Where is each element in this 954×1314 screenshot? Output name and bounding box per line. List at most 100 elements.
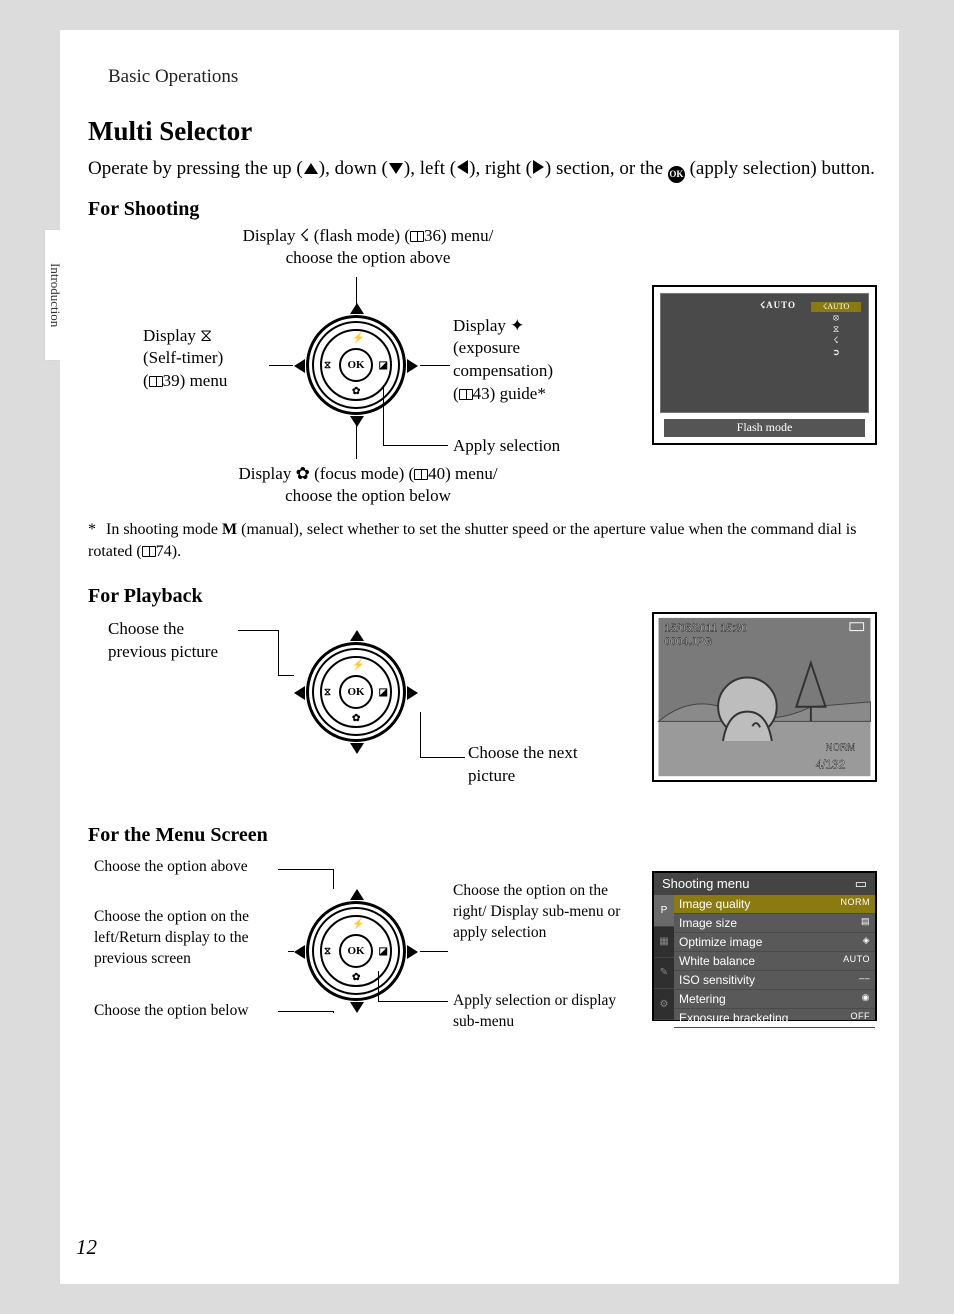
menu-section: For the Menu Screen Choose the option ab… [88,824,877,1061]
triangle-right-icon [407,945,418,959]
menu-row: Image size ▤ [674,914,875,933]
menu-row-value: ◈ [863,935,870,949]
ok-button-icon: OK [339,348,373,382]
menu-row: Image quality NORM [674,895,875,914]
triangle-down-icon [350,1002,364,1013]
intro-text: ), right ( [469,158,532,179]
lcd-counter: 4/132 [816,759,845,772]
page-number: 12 [76,1235,97,1260]
battery-icon: ▭ [855,876,867,892]
page-ref-icon [459,389,473,400]
menu-row-label: Optimize image [679,935,762,949]
menu-row-label: Image size [679,916,737,930]
menu-row-label: White balance [679,954,755,968]
callout-opt-right: Choose the option on the right/ Display … [453,881,623,944]
lcd-mode-bar: Flash mode [664,419,865,437]
menu-row-value: AUTO [843,954,870,968]
menu-list: Image quality NORM Image size ▤ Optimize ima… [674,895,875,1020]
menu-row-label: Exposure bracketing [679,1011,788,1025]
shooting-heading: For Shooting [88,198,877,221]
playback-section: For Playback Choose the previous picture… [88,585,877,812]
triangle-left-icon [457,160,468,174]
lcd-auto-label: ☇AUTO [760,300,796,311]
multi-selector-diagram: OK ⚡ ✿ ⧖ ◪ [306,901,406,1001]
menu-row: White balance AUTO [674,952,875,971]
callout-next: Choose the next picture [468,742,598,788]
triangle-right-icon [407,359,418,373]
intro-text: ), down ( [319,158,388,179]
callout-up: Display ☇ (flash mode) (36) menu/ choose… [193,225,543,271]
menu-row: Exposure bracketing OFF [674,1009,875,1028]
page-ref-icon [410,231,424,242]
multi-selector-diagram: OK ⚡ ✿ ⧖ ◪ [306,642,406,742]
menu-tab-icon: ▦ [654,927,674,958]
lcd-date: 15/05/2011 15:30 [664,623,747,635]
playback-heading: For Playback [88,585,877,608]
triangle-up-icon [350,630,364,641]
flash-glyph-icon: ⚡ [352,333,364,344]
callout-prev: Choose the previous picture [108,618,238,664]
callout-apply: Apply selection [453,435,560,458]
menu-row-value: –– [859,973,870,987]
lcd-shooting-preview: ☇AUTO ☇AUTO ⦻ ⧖ ☇ ➲ Flash mode [652,285,877,445]
menu-tab-icon: ✎ [654,958,674,989]
shooting-footnote: * In shooting mode M (manual), select wh… [88,515,877,574]
shooting-section: For Shooting Display ☇ (flash mode) (36)… [88,198,877,574]
triangle-down-icon [350,416,364,427]
callout-opt-left: Choose the option on the left/Return dis… [94,907,294,970]
callout-opt-below: Choose the option below [94,1001,274,1022]
page-ref-icon [414,469,428,480]
menu-row-label: Metering [679,992,726,1006]
breadcrumb: Basic Operations [108,66,238,87]
callout-opt-above: Choose the option above [94,857,274,878]
menu-row-value: NORM [841,897,871,911]
menu-row: Optimize image ◈ [674,933,875,952]
lcd-icon-strip: ☇AUTO ⦻ ⧖ ☇ ➲ [811,302,861,359]
triangle-up-icon [304,163,318,174]
page-ref-icon [149,376,163,387]
triangle-down-icon [389,163,403,174]
callout-right: Display ✦ (exposure compensation) (43) g… [453,315,603,407]
intro-text: (apply selection) button. [685,158,875,179]
triangle-down-icon [350,743,364,754]
section-tab-label: Introduction [47,263,63,327]
triangle-up-icon [350,303,364,314]
menu-row-label: Image quality [679,897,750,911]
intro-text: ), left ( [404,158,456,179]
intro-text: Operate by pressing the up ( [88,158,303,179]
triangle-right-icon [533,160,544,174]
manual-page: Introduction Basic Operations Multi Sele… [60,30,899,1284]
timer-glyph-icon: ⧖ [324,360,331,371]
callout-down: Display ✿ (focus mode) (40) menu/ choose… [188,463,548,509]
lcd-norm: NORM [826,743,856,754]
menu-row-label: ISO sensitivity [679,973,755,987]
lcd-menu-preview: Shooting menu ▭ P ▦ ✎ ⚙ Image quality NOR… [652,871,877,1021]
lcd-file: 0004.JPG [664,637,712,649]
triangle-left-icon [294,359,305,373]
triangle-up-icon [350,889,364,900]
menu-tab-icon: ⚙ [654,989,674,1020]
multi-selector-diagram: OK ⚡ ✿ ⧖ ◪ [306,315,406,415]
menu-row: ISO sensitivity –– [674,971,875,990]
macro-glyph-icon: ✿ [352,386,360,397]
running-header: Basic Operations [60,30,899,88]
menu-tab-mode: P [654,895,674,926]
page-title: Multi Selector [88,116,877,147]
triangle-left-icon [294,686,305,700]
menu-side-tabs: P ▦ ✎ ⚙ [654,895,674,1020]
ok-badge-icon: OK [668,166,685,183]
intro-paragraph: Operate by pressing the up ( ), down ( ), … [88,155,877,184]
exposure-glyph-icon: ◪ [379,360,388,371]
menu-row: Metering ◉ [674,990,875,1009]
callout-left: Display ⧖ (Self-timer) (39) menu [143,325,283,394]
lcd-playback-preview: 15/05/2011 15:30 0004.JPG NORM 4/132 [652,612,877,782]
callout-opt-ok: Apply selection or display sub-menu [453,991,623,1033]
menu-row-value: OFF [851,1011,871,1025]
menu-heading: For the Menu Screen [88,824,877,847]
triangle-left-icon [294,945,305,959]
menu-row-value: ◉ [862,992,870,1006]
section-tab: Introduction [45,230,65,360]
menu-title: Shooting menu [662,876,749,892]
intro-text: ) section, or the [545,158,668,179]
menu-row-value: ▤ [861,916,870,930]
